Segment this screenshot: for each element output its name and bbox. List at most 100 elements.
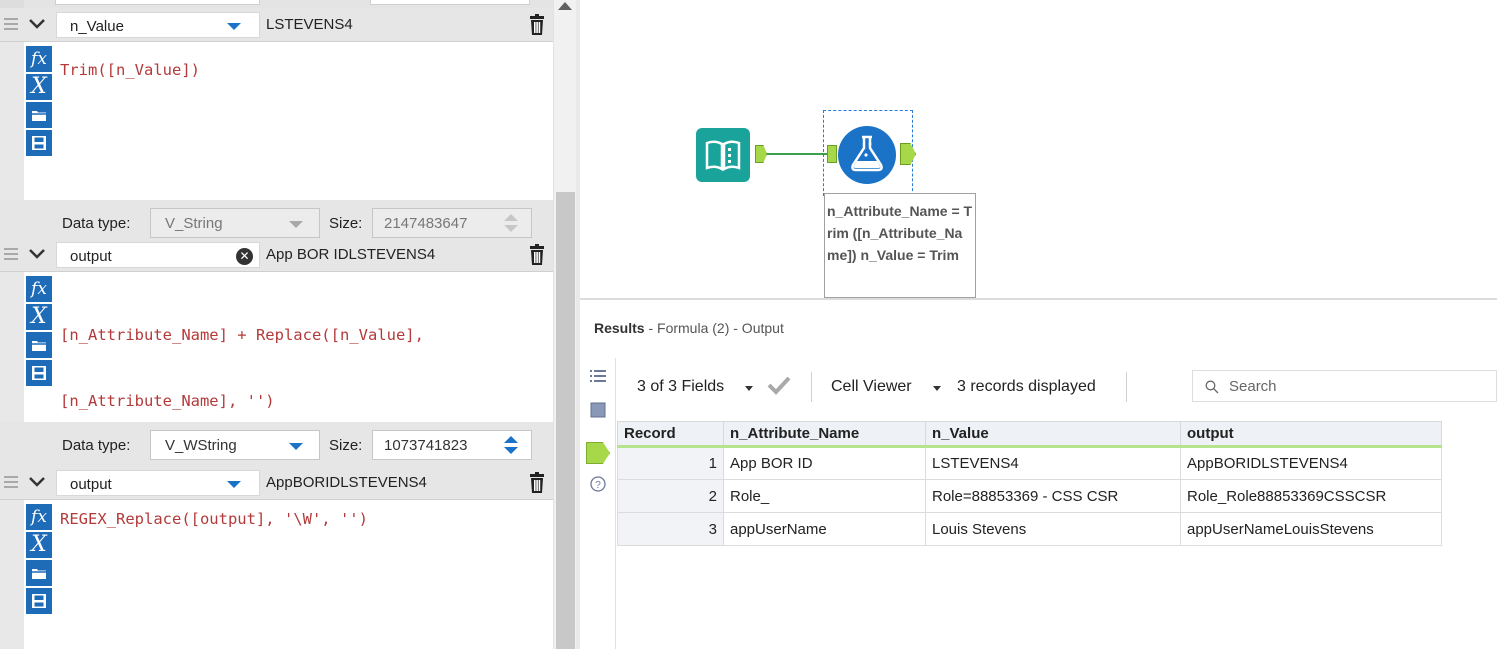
connection-line[interactable] <box>767 153 827 155</box>
save-icon[interactable] <box>26 130 52 156</box>
data-type-dropdown[interactable]: V_WString <box>150 430 320 460</box>
record-number: 3 <box>617 512 724 546</box>
expression-editor[interactable]: Trim([n_Value]) <box>60 59 530 81</box>
size-label: Size: <box>329 437 363 454</box>
table-row[interactable]: 1 App BOR ID LSTEVENS4 AppBORIDLSTEVENS4 <box>617 446 1442 480</box>
spinner-arrows-icon[interactable] <box>491 431 531 459</box>
table-cell[interactable]: Louis Stevens <box>925 512 1181 546</box>
open-folder-icon[interactable] <box>26 332 52 358</box>
output-anchor-side-icon[interactable] <box>586 442 610 464</box>
output-field-value: output <box>70 476 112 493</box>
search-input[interactable]: Search <box>1192 370 1497 402</box>
drag-handle-icon[interactable] <box>4 248 18 262</box>
variable-x-icon[interactable]: X <box>26 74 52 100</box>
scrollbar-thumb[interactable] <box>556 192 575 649</box>
function-fx-icon[interactable]: fx <box>26 276 52 302</box>
tool-annotation: n_Attribute_Name = Trim ([n_Attribute_Na… <box>824 193 976 298</box>
expression-line-1: [n_Attribute_Name] + Replace([n_Value], <box>60 326 424 344</box>
collapse-chevron-icon[interactable] <box>28 475 46 489</box>
formula-row-header: n_Value LSTEVENS4 <box>0 8 553 42</box>
scroll-up-arrow-icon[interactable] <box>558 2 572 10</box>
data-type-value: V_String <box>165 215 223 232</box>
expression-toolbar: fx X <box>24 272 54 422</box>
dropdown-arrow-icon[interactable] <box>227 481 241 488</box>
table-cell[interactable]: appUserNameLouisStevens <box>1180 512 1442 546</box>
open-folder-icon[interactable] <box>26 560 52 586</box>
trash-icon[interactable] <box>527 14 547 36</box>
save-icon[interactable] <box>26 588 52 614</box>
drag-handle-icon[interactable] <box>4 476 18 490</box>
trash-icon[interactable] <box>527 472 547 494</box>
toolbar-divider <box>1126 372 1127 402</box>
vertical-scrollbar[interactable] <box>553 0 576 649</box>
input-anchor-icon[interactable] <box>827 145 837 163</box>
variable-x-icon[interactable]: X <box>26 304 52 330</box>
search-icon <box>1205 380 1219 394</box>
size-stepper[interactable]: 1073741823 <box>372 430 532 460</box>
spinner-arrows-icon[interactable] <box>491 209 531 237</box>
results-window: Results - Formula (2) - Output ? 3 of 3 … <box>580 298 1497 649</box>
formula-tool-flask-icon[interactable] <box>838 126 896 184</box>
output-anchor-icon[interactable] <box>900 143 916 165</box>
formula-preview: LSTEVENS4 <box>266 16 353 33</box>
output-field-value: output <box>70 248 112 265</box>
table-cell[interactable]: LSTEVENS4 <box>925 446 1181 480</box>
fields-caret-icon[interactable] <box>745 386 753 391</box>
table-cell[interactable]: Role=88853369 - CSS CSR <box>925 479 1181 513</box>
results-title: Results - Formula (2) - Output <box>594 320 784 336</box>
open-folder-icon[interactable] <box>26 102 52 128</box>
record-number: 1 <box>617 446 724 480</box>
expression-editor[interactable]: REGEX_Replace([output], '\W', '') <box>60 508 530 530</box>
function-fx-icon[interactable]: fx <box>26 46 52 72</box>
clear-x-icon[interactable]: ✕ <box>236 248 253 265</box>
column-header-n-attribute-name[interactable]: n_Attribute_Name <box>723 421 926 448</box>
expression-toolbar: fx X <box>24 500 54 649</box>
formula-preview: AppBORIDLSTEVENS4 <box>266 474 427 491</box>
records-count: 3 records displayed <box>957 378 1096 395</box>
save-icon[interactable] <box>26 360 52 386</box>
output-field-dropdown[interactable]: output <box>56 470 260 496</box>
help-icon[interactable]: ? <box>590 476 606 492</box>
fields-selector[interactable]: 3 of 3 Fields <box>637 378 724 396</box>
formula-config-panel: n_Value LSTEVENS4 fx X Trim([n_Value]) D… <box>0 0 576 649</box>
output-field-combobox[interactable]: output ✕ <box>56 242 260 268</box>
formula-row-3: output AppBORIDLSTEVENS4 fx X REGEX_Repl… <box>0 466 553 649</box>
input-data-tool-icon[interactable] <box>696 128 750 182</box>
workflow-canvas[interactable]: n_Attribute_Name = Trim ([n_Attribute_Na… <box>580 0 1497 298</box>
dropdown-arrow-icon[interactable] <box>227 23 241 30</box>
output-field-dropdown[interactable]: n_Value <box>56 12 260 38</box>
column-header-n-value[interactable]: n_Value <box>925 421 1181 448</box>
table-row[interactable]: 2 Role_ Role=88853369 - CSS CSR Role_Rol… <box>617 479 1442 513</box>
table-cell[interactable]: Role_ <box>723 479 926 513</box>
table-cell[interactable]: AppBORIDLSTEVENS4 <box>1180 446 1442 480</box>
table-row[interactable]: 3 appUserName Louis Stevens appUserNameL… <box>617 512 1442 546</box>
input-anchor-side-icon[interactable] <box>590 402 606 418</box>
output-anchor-icon[interactable] <box>755 145 767 163</box>
cell-viewer-caret-icon[interactable] <box>933 386 941 391</box>
cell-viewer-button[interactable]: Cell Viewer <box>831 378 912 396</box>
formula-row-2: output ✕ App BOR IDLSTEVENS4 fx X [n_Att… <box>0 238 553 468</box>
dropdown-arrow-icon[interactable] <box>289 443 303 450</box>
results-title-path: - Formula (2) - Output <box>644 320 784 336</box>
dropdown-arrow-icon[interactable] <box>289 221 303 228</box>
variable-x-icon[interactable]: X <box>26 532 52 558</box>
toolbar-divider <box>811 372 812 402</box>
size-stepper[interactable]: 2147483647 <box>372 208 532 238</box>
function-fx-icon[interactable]: fx <box>26 504 52 530</box>
column-header-output[interactable]: output <box>1180 421 1442 448</box>
output-field-value: n_Value <box>70 18 124 35</box>
results-table: Record n_Attribute_Name n_Value output 1… <box>617 421 1442 546</box>
data-type-dropdown[interactable]: V_String <box>150 208 320 238</box>
collapse-chevron-icon[interactable] <box>28 17 46 31</box>
checkmark-icon[interactable] <box>767 375 791 399</box>
results-title-bold: Results <box>594 320 645 336</box>
table-cell[interactable]: App BOR ID <box>723 446 926 480</box>
drag-handle-icon[interactable] <box>4 18 18 32</box>
trash-icon[interactable] <box>527 244 547 266</box>
column-header-record[interactable]: Record <box>617 421 724 448</box>
collapse-chevron-icon[interactable] <box>28 247 46 261</box>
table-cell[interactable]: Role_Role88853369CSSCSR <box>1180 479 1442 513</box>
table-cell[interactable]: appUserName <box>723 512 926 546</box>
list-icon[interactable] <box>590 368 606 384</box>
formula-row-1: n_Value LSTEVENS4 fx X Trim([n_Value]) D… <box>0 8 553 246</box>
